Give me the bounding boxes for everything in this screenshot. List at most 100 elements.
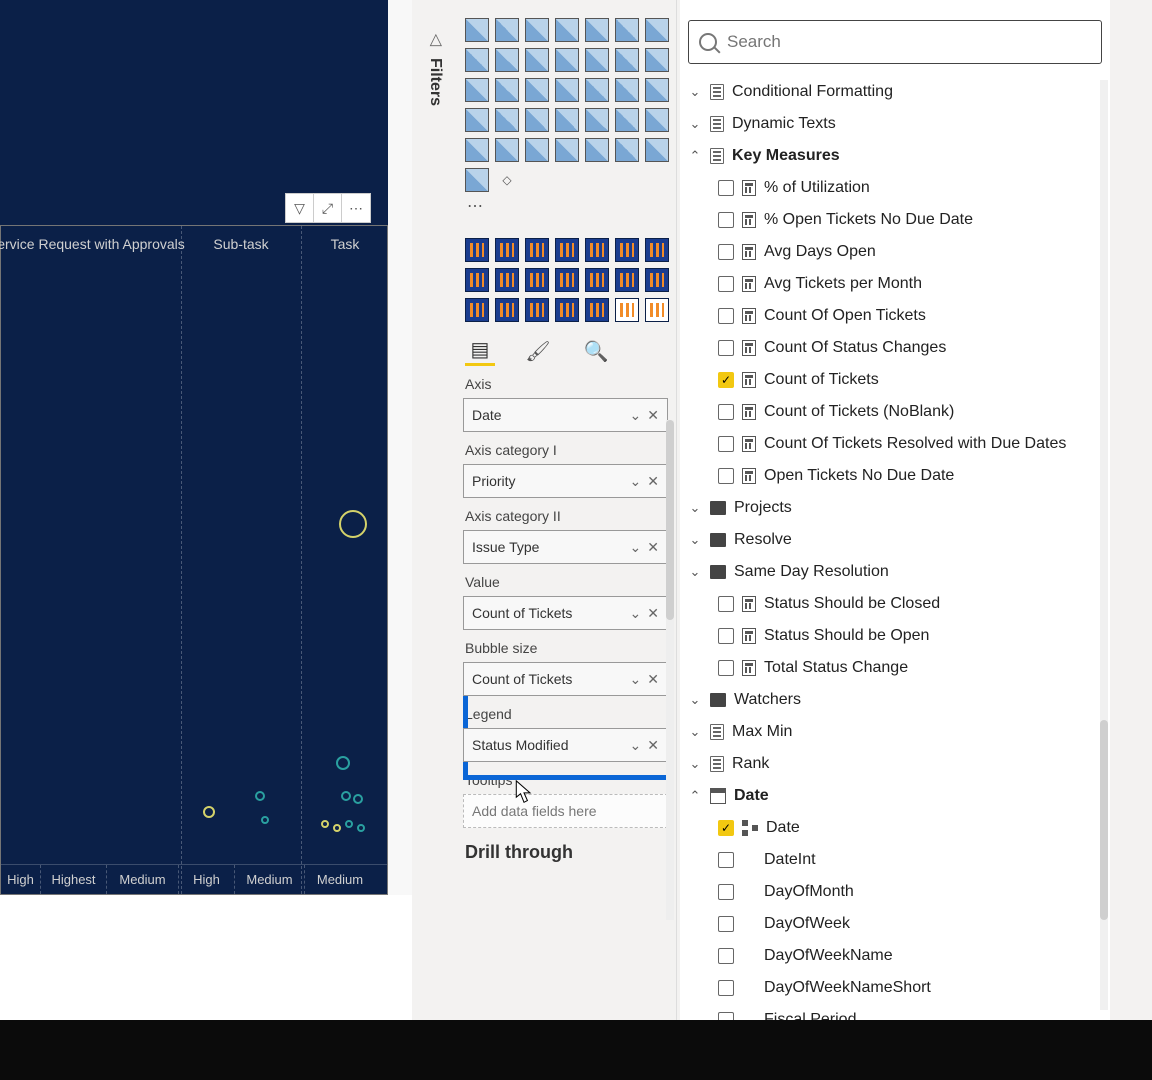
- field-count-status-changes[interactable]: Count Of Status Changes: [684, 332, 1106, 364]
- field-pct-utilization[interactable]: % of Utilization: [684, 172, 1106, 204]
- viz-100-column-icon[interactable]: [615, 18, 639, 42]
- more-options-icon[interactable]: ⋯: [342, 194, 370, 222]
- data-point[interactable]: [255, 791, 265, 801]
- chevron-down-icon[interactable]: ⌄: [688, 724, 702, 740]
- custom-visual-icon[interactable]: [465, 268, 489, 292]
- format-tab-icon[interactable]: 🖌: [523, 336, 553, 366]
- field-count-open-tickets[interactable]: Count Of Open Tickets: [684, 300, 1106, 332]
- viz-paginated-icon[interactable]: [615, 138, 639, 162]
- field-checkbox[interactable]: [718, 980, 734, 996]
- custom-visual-icon[interactable]: [465, 298, 489, 322]
- scrollbar-thumb[interactable]: [1100, 720, 1108, 920]
- viz-arcgis-icon[interactable]: [645, 138, 669, 162]
- field-dayofweeknameshort[interactable]: DayOfWeekNameShort: [684, 972, 1106, 1004]
- field-avg-days-open[interactable]: Avg Days Open: [684, 236, 1106, 268]
- table-key-measures[interactable]: ⌃Key Measures: [684, 140, 1106, 172]
- data-point[interactable]: [203, 806, 215, 818]
- remove-icon[interactable]: ✕: [647, 671, 659, 688]
- viz-pie-icon[interactable]: [495, 78, 519, 102]
- viz-100-bar-icon[interactable]: [585, 18, 609, 42]
- field-checkbox[interactable]: [718, 948, 734, 964]
- field-count-of-tickets[interactable]: ✓Count of Tickets: [684, 364, 1106, 396]
- field-checkbox[interactable]: [718, 596, 734, 612]
- chevron-down-icon[interactable]: ⌄: [688, 532, 702, 548]
- filter-icon[interactable]: ▽: [286, 194, 314, 222]
- field-checkbox[interactable]: [718, 404, 734, 420]
- field-checkbox[interactable]: [718, 916, 734, 932]
- chevron-down-icon[interactable]: ⌄: [630, 539, 642, 556]
- field-checkbox[interactable]: [718, 212, 734, 228]
- viz-stacked-column-icon[interactable]: [495, 18, 519, 42]
- viz-python-icon[interactable]: [495, 138, 519, 162]
- viz-filled-map-icon[interactable]: [615, 78, 639, 102]
- data-point[interactable]: [357, 824, 365, 832]
- custom-visual-icon[interactable]: [555, 268, 579, 292]
- table-max-min[interactable]: ⌄Max Min: [684, 716, 1106, 748]
- table-watchers[interactable]: ⌄Watchers: [684, 684, 1106, 716]
- well-axis[interactable]: Date ⌄✕: [463, 398, 668, 432]
- table-resolve[interactable]: ⌄Resolve: [684, 524, 1106, 556]
- chevron-down-icon[interactable]: ⌄: [688, 84, 702, 100]
- field-status-closed[interactable]: Status Should be Closed: [684, 588, 1106, 620]
- viz-donut-icon[interactable]: [525, 78, 549, 102]
- data-point[interactable]: [321, 820, 329, 828]
- data-point[interactable]: [339, 510, 367, 538]
- table-conditional-formatting[interactable]: ⌄Conditional Formatting: [684, 76, 1106, 108]
- custom-visual-icon[interactable]: [615, 238, 639, 262]
- chevron-down-icon[interactable]: ⌄: [688, 756, 702, 772]
- custom-visual-icon[interactable]: [615, 298, 639, 322]
- well-axis-category2[interactable]: Issue Type ⌄✕: [463, 530, 668, 564]
- filters-pane-collapsed[interactable]: ▷ Filters: [420, 30, 450, 130]
- data-point[interactable]: [345, 820, 353, 828]
- viz-line-stacked-icon[interactable]: [525, 48, 549, 72]
- field-checkbox[interactable]: [718, 436, 734, 452]
- field-checkbox[interactable]: [718, 468, 734, 484]
- field-dayofweekname[interactable]: DayOfWeekName: [684, 940, 1106, 972]
- table-rank[interactable]: ⌄Rank: [684, 748, 1106, 780]
- viz-funnel-icon[interactable]: [645, 48, 669, 72]
- viz-scatter-icon[interactable]: [465, 78, 489, 102]
- custom-visual-icon[interactable]: [645, 268, 669, 292]
- field-avg-tickets-month[interactable]: Avg Tickets per Month: [684, 268, 1106, 300]
- analytics-tab-icon[interactable]: 🔍: [581, 336, 611, 366]
- remove-icon[interactable]: ✕: [647, 539, 659, 556]
- field-dayofweek[interactable]: DayOfWeek: [684, 908, 1106, 940]
- expand-filters-icon[interactable]: ▷: [425, 34, 445, 46]
- custom-visual-icon[interactable]: [555, 298, 579, 322]
- custom-visual-icon[interactable]: [645, 238, 669, 262]
- well-legend[interactable]: Status Modified ⌄✕: [463, 728, 668, 762]
- remove-icon[interactable]: ✕: [647, 473, 659, 490]
- viz-treemap-icon[interactable]: [555, 78, 579, 102]
- viz-table-icon[interactable]: [615, 108, 639, 132]
- custom-visual-icon[interactable]: [525, 298, 549, 322]
- field-dateint[interactable]: DateInt: [684, 844, 1106, 876]
- field-checkbox[interactable]: [718, 308, 734, 324]
- field-pct-open-no-due[interactable]: % Open Tickets No Due Date: [684, 204, 1106, 236]
- viz-kpi-icon[interactable]: [555, 108, 579, 132]
- custom-visual-icon[interactable]: [555, 238, 579, 262]
- custom-visual-icon[interactable]: [495, 298, 519, 322]
- chevron-up-icon[interactable]: ⌃: [688, 788, 702, 804]
- field-checkbox[interactable]: [718, 276, 734, 292]
- field-status-open[interactable]: Status Should be Open: [684, 620, 1106, 652]
- viz-gauge-icon[interactable]: [465, 108, 489, 132]
- chevron-down-icon[interactable]: ⌄: [630, 407, 642, 424]
- viz-line-clustered-icon[interactable]: [555, 48, 579, 72]
- remove-icon[interactable]: ✕: [647, 407, 659, 424]
- viz-card-icon[interactable]: [495, 108, 519, 132]
- viz-key-influencers-icon[interactable]: [525, 138, 549, 162]
- viz-get-more-icon[interactable]: ◇: [495, 168, 519, 192]
- viz-waterfall-icon[interactable]: [615, 48, 639, 72]
- custom-visual-icon[interactable]: [585, 238, 609, 262]
- viz-clustered-bar-icon[interactable]: [525, 18, 549, 42]
- field-checkbox[interactable]: [718, 244, 734, 260]
- chevron-down-icon[interactable]: ⌄: [688, 500, 702, 516]
- custom-visual-icon[interactable]: [495, 268, 519, 292]
- viz-slicer-icon[interactable]: [585, 108, 609, 132]
- table-dynamic-texts[interactable]: ⌄Dynamic Texts: [684, 108, 1106, 140]
- scrollbar-thumb[interactable]: [666, 420, 674, 620]
- chevron-down-icon[interactable]: ⌄: [688, 116, 702, 132]
- table-projects[interactable]: ⌄Projects: [684, 492, 1106, 524]
- field-count-tickets-noblank[interactable]: Count of Tickets (NoBlank): [684, 396, 1106, 428]
- well-tooltips[interactable]: Add data fields here: [463, 794, 668, 828]
